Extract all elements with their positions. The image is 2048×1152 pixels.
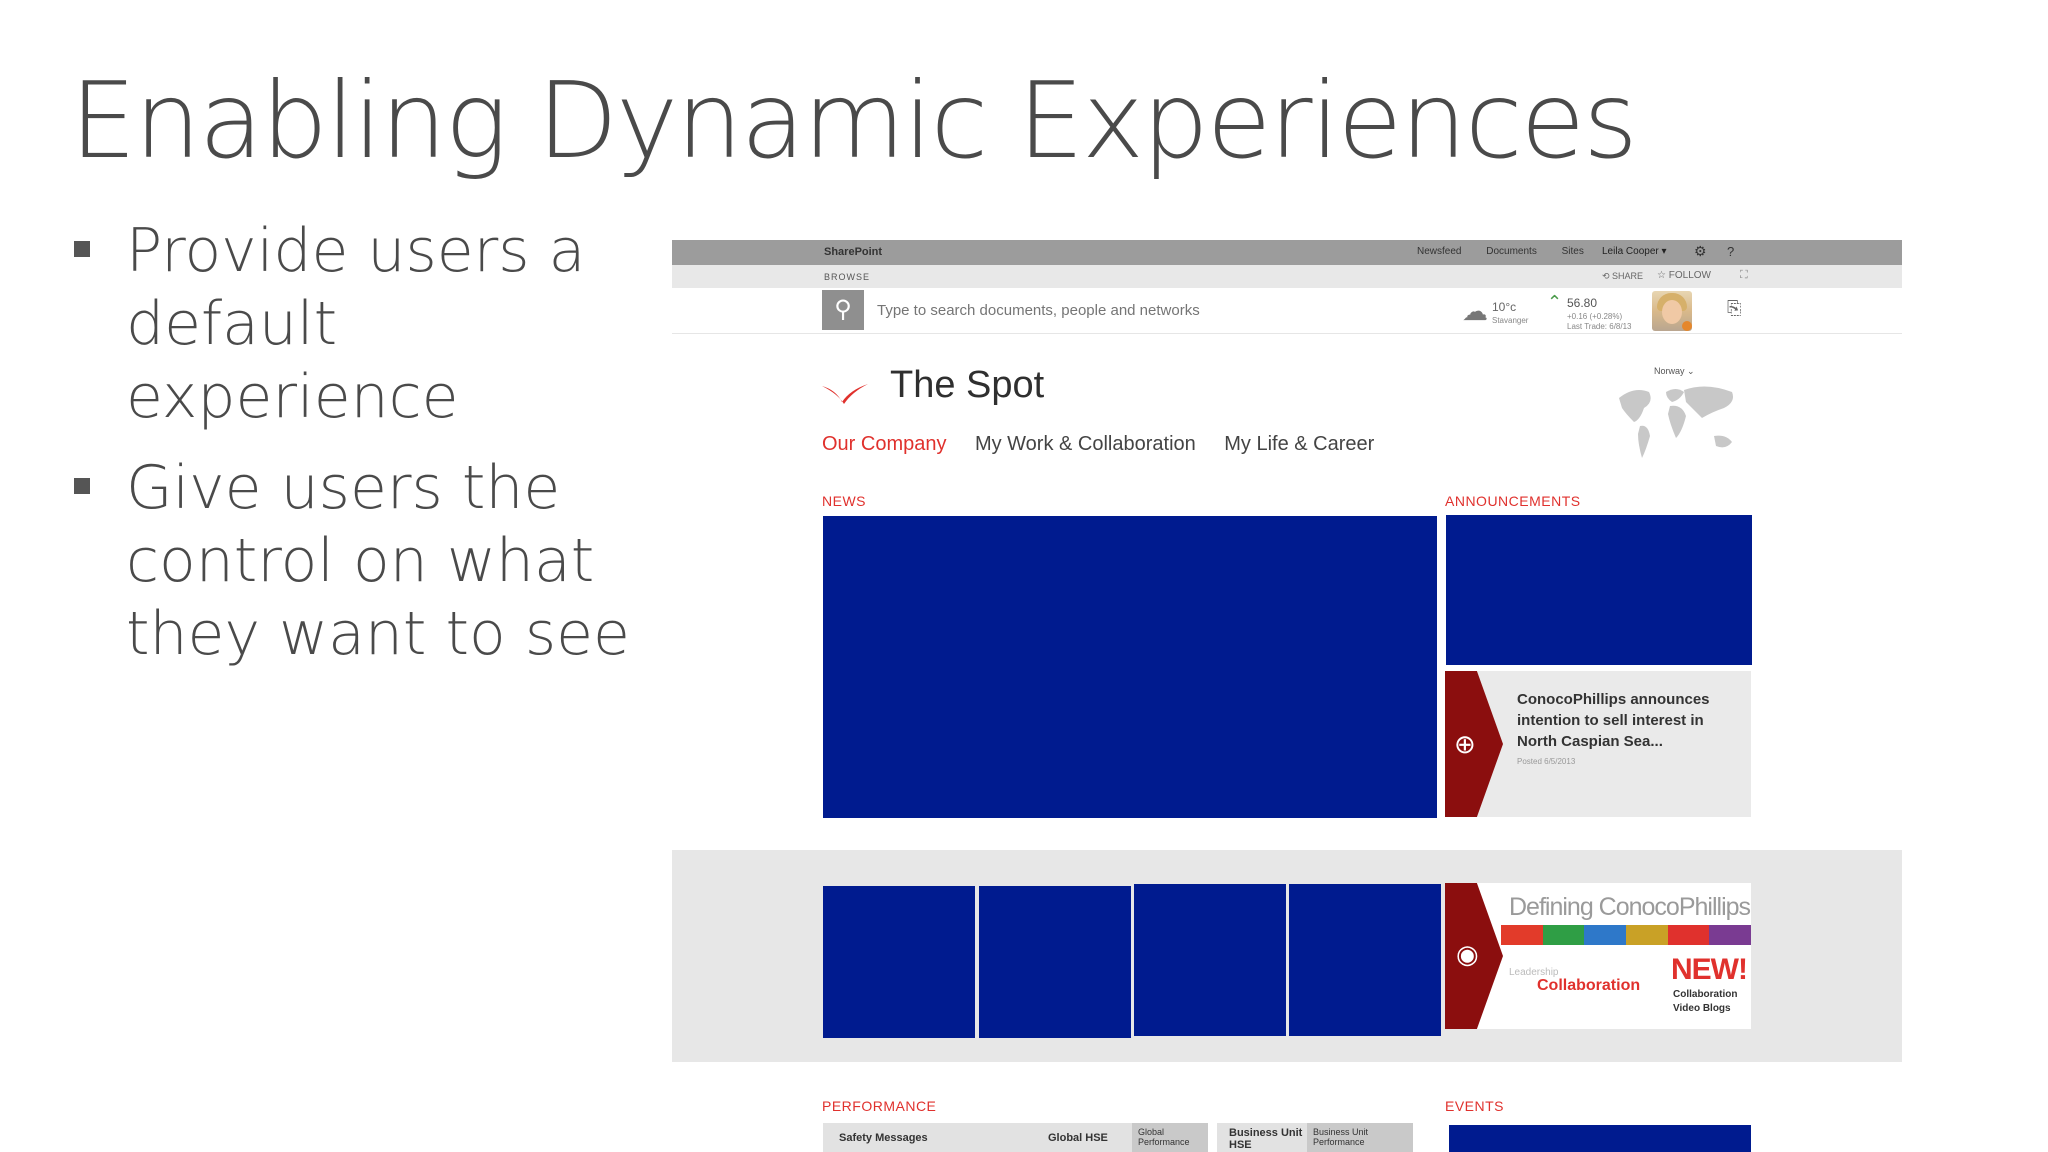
- featured-tile-redacted[interactable]: [823, 886, 975, 1038]
- featured-tile-redacted[interactable]: [979, 886, 1131, 1038]
- section-header-events: EVENTS: [1445, 1098, 1505, 1114]
- region-label: Norway: [1654, 366, 1685, 376]
- chevron-down-icon: ⌄: [1687, 366, 1695, 376]
- promo-collaboration: Collaboration: [1537, 977, 1641, 994]
- announcement-card[interactable]: ⊕ ConocoPhillips announces intention to …: [1445, 671, 1751, 817]
- featured-tile-redacted[interactable]: [1289, 884, 1441, 1036]
- promo-title: Defining ConocoPhillips: [1509, 893, 1751, 921]
- region-selector[interactable]: Norway ⌄: [1654, 366, 1695, 377]
- suite-links: Newsfeed Documents Sites: [1417, 246, 1606, 257]
- nav-my-work-collaboration[interactable]: My Work & Collaboration: [975, 433, 1196, 455]
- site-title[interactable]: The Spot: [890, 364, 1044, 407]
- performance-item[interactable]: Global HSE: [1032, 1123, 1138, 1152]
- user-menu[interactable]: Leila Cooper ▾: [1602, 246, 1667, 257]
- announcement-headline[interactable]: ConocoPhillips announces intention to se…: [1517, 689, 1742, 752]
- help-icon[interactable]: ?: [1727, 244, 1734, 259]
- announcement-date: Posted 6/5/2013: [1517, 757, 1576, 766]
- nav-my-life-career[interactable]: My Life & Career: [1224, 433, 1374, 455]
- performance-item[interactable]: Business Unit HSE: [1217, 1123, 1309, 1152]
- weather-city: Stavanger: [1492, 316, 1529, 325]
- promo-card[interactable]: ◉ Defining ConocoPhillips Leadership Col…: [1445, 883, 1751, 1029]
- promo-color-stripes: [1501, 925, 1751, 945]
- promo-subtitle-1: Collaboration: [1673, 989, 1738, 1000]
- bullet-list: Provide users a default experience Give …: [70, 215, 630, 689]
- bullet-text: Give users the control on what they want…: [126, 453, 630, 669]
- search-input[interactable]: [877, 300, 1257, 320]
- share-button[interactable]: ⟲ SHARE: [1602, 271, 1643, 282]
- globe-icon: ⊕: [1454, 729, 1476, 759]
- search-button[interactable]: ⚲: [822, 290, 864, 330]
- news-tile-redacted[interactable]: [823, 516, 1437, 818]
- performance-item[interactable]: Business Unit Performance: [1307, 1123, 1413, 1152]
- nav-our-company[interactable]: Our Company: [822, 433, 947, 455]
- bullet-item: Give users the control on what they want…: [70, 452, 630, 671]
- featured-tile-redacted[interactable]: [1134, 884, 1286, 1036]
- promo-subtitle-2: Video Blogs: [1673, 1003, 1731, 1014]
- podcast-icon: ◉: [1456, 939, 1479, 969]
- avatar[interactable]: [1652, 291, 1692, 331]
- sharepoint-screenshot: SharePoint Newsfeed Documents Sites Leil…: [672, 238, 1902, 1152]
- section-header-performance: PERFORMANCE: [822, 1098, 937, 1114]
- follow-label: FOLLOW: [1668, 270, 1711, 281]
- search-bar: ⚲ ☁ 10°c Stavanger ⌃ 56.80 +0.16 (+0.28%…: [672, 288, 1902, 334]
- ribbon-browse-tab[interactable]: BROWSE: [824, 272, 870, 282]
- suite-link-newsfeed[interactable]: Newsfeed: [1417, 246, 1461, 257]
- stock-change: +0.16 (+0.28%): [1567, 312, 1623, 321]
- events-tile-redacted[interactable]: [1449, 1125, 1751, 1152]
- ribbon-bar: BROWSE ⟲ SHARE ☆ FOLLOW ⛶: [672, 265, 1902, 288]
- section-header-announcements: ANNOUNCEMENTS: [1445, 493, 1581, 509]
- gear-icon[interactable]: ⚙: [1694, 243, 1707, 260]
- bullet-square-icon: [74, 241, 90, 257]
- focus-icon[interactable]: ⛶: [1740, 269, 1748, 282]
- search-icon: ⚲: [834, 296, 852, 323]
- stripe: [1584, 925, 1627, 945]
- cloud-icon: ☁: [1462, 296, 1488, 326]
- stripe: [1667, 925, 1710, 945]
- share-label: SHARE: [1612, 271, 1644, 281]
- stripe: [1709, 925, 1751, 945]
- section-header-news: NEWS: [822, 493, 866, 509]
- stripe: [1542, 925, 1585, 945]
- weather-temperature: 10°c: [1492, 300, 1517, 314]
- suite-bar: SharePoint Newsfeed Documents Sites Leil…: [672, 240, 1902, 265]
- post-icon[interactable]: ⎘: [1727, 298, 1741, 319]
- performance-item[interactable]: Global Performance: [1132, 1123, 1208, 1152]
- suite-link-sites[interactable]: Sites: [1562, 246, 1584, 257]
- stock-last-trade: Last Trade: 6/8/13: [1567, 322, 1632, 331]
- company-logo-icon[interactable]: [820, 380, 870, 406]
- follow-button[interactable]: ☆ FOLLOW: [1657, 270, 1711, 281]
- top-navigation: Our Company My Work & Collaboration My L…: [822, 433, 1398, 456]
- suite-brand[interactable]: SharePoint: [824, 246, 882, 258]
- slide-title: Enabling Dynamic Experiences: [70, 60, 1638, 182]
- star-icon: ☆: [1657, 270, 1669, 281]
- bullet-square-icon: [74, 478, 90, 494]
- arrow-up-icon: ⌃: [1547, 292, 1563, 312]
- suite-link-documents[interactable]: Documents: [1486, 246, 1537, 257]
- bullet-text: Provide users a default experience: [126, 216, 586, 432]
- stripe: [1501, 925, 1543, 945]
- performance-item[interactable]: Safety Messages: [823, 1123, 1039, 1152]
- presence-badge: [1682, 321, 1692, 331]
- announcement-tile-redacted[interactable]: [1446, 515, 1752, 665]
- promo-new-badge: NEW!: [1671, 953, 1748, 986]
- stripe: [1626, 925, 1668, 945]
- stock-price: 56.80: [1567, 296, 1598, 310]
- share-icon: ⟲: [1602, 271, 1613, 281]
- bullet-item: Provide users a default experience: [70, 215, 630, 434]
- world-map-icon[interactable]: [1614, 378, 1744, 468]
